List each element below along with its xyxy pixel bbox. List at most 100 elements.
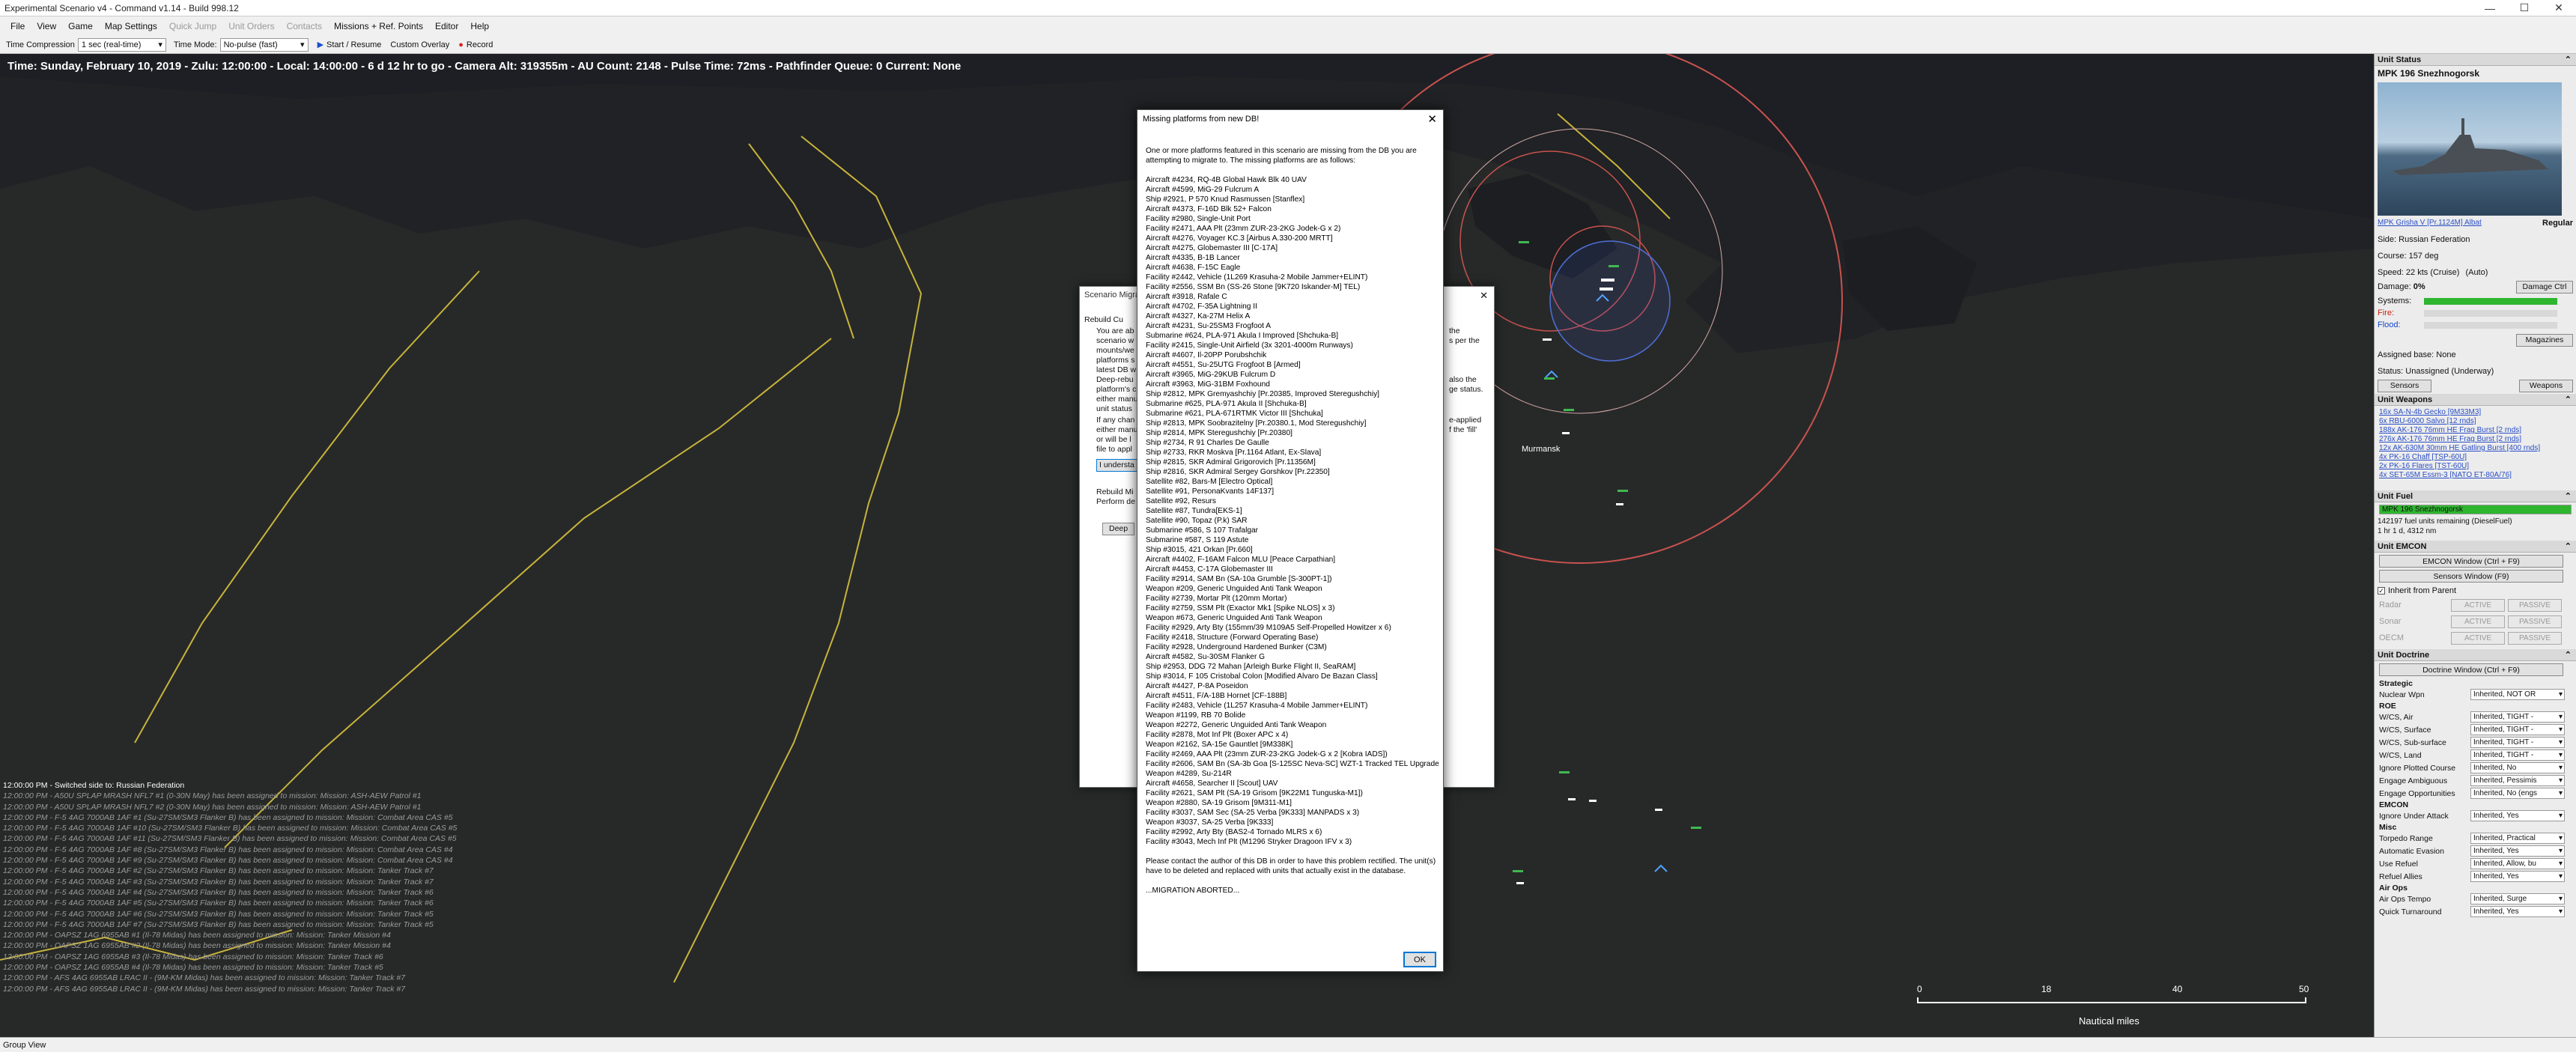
doctrine-select[interactable]: Inherited, No (engs ▾: [2470, 788, 2565, 799]
record-label: Record: [466, 40, 493, 49]
unit-symbol[interactable]: [1516, 882, 1524, 884]
unit-symbol[interactable]: [1617, 490, 1628, 492]
collapse-icon[interactable]: ⌃: [2565, 650, 2572, 660]
deep-rebuild-button[interactable]: Deep: [1102, 523, 1135, 535]
doctrine-select[interactable]: Inherited, TIGHT - ▾: [2470, 724, 2565, 735]
collapse-icon[interactable]: ⌃: [2565, 395, 2572, 404]
missing-platform-item: Ship #2921, P 570 Knud Rasmussen [Stanfl…: [1146, 195, 1305, 204]
weapons-button[interactable]: Weapons: [2519, 379, 2573, 392]
time-mode-select[interactable]: No-pulse (fast) ▾: [219, 37, 309, 52]
doctrine-select[interactable]: Inherited, Allow, bu ▾: [2470, 858, 2565, 869]
understand-button[interactable]: I understa: [1096, 459, 1137, 472]
unit-symbol[interactable]: [1519, 241, 1529, 243]
unit-symbol[interactable]: [1544, 377, 1555, 380]
collapse-icon[interactable]: ⌃: [2565, 55, 2572, 64]
ok-button[interactable]: OK: [1403, 952, 1436, 967]
doctrine-select[interactable]: Inherited, Yes ▾: [2470, 810, 2565, 821]
menu-map-settings[interactable]: Map Settings: [99, 21, 163, 31]
unit-symbol[interactable]: [1616, 503, 1623, 505]
unit-symbol[interactable]: [1609, 265, 1619, 267]
unit-weapons-header[interactable]: Unit Weapons ⌃: [2375, 394, 2576, 406]
emcon-active-button[interactable]: ACTIVE: [2451, 631, 2505, 645]
close-icon[interactable]: ✕: [1480, 290, 1488, 302]
menu-missions-ref-points[interactable]: Missions + Ref. Points: [328, 21, 429, 31]
unit-doctrine-header[interactable]: Unit Doctrine ⌃: [2375, 649, 2576, 661]
unit-symbol[interactable]: [1564, 409, 1574, 411]
time-compression-select[interactable]: 1 sec (real-time) ▾: [77, 37, 166, 52]
close-window-icon[interactable]: ✕: [2542, 0, 2576, 16]
unit-class-link[interactable]: MPK Grisha V [Pr.1124M] Albat: [2378, 219, 2482, 228]
custom-overlay-button[interactable]: Custom Overlay: [390, 40, 449, 49]
magazines-button[interactable]: Magazines: [2516, 333, 2573, 347]
unit-symbol[interactable]: [1600, 288, 1613, 291]
missing-platform-item: Facility #2980, Single-Unit Port: [1146, 215, 1251, 223]
dialog-text: also the: [1449, 375, 1477, 384]
doctrine-select[interactable]: Inherited, Pessimis ▾: [2470, 775, 2565, 786]
unit-symbol[interactable]: [1589, 800, 1597, 802]
minimize-icon[interactable]: —: [2473, 0, 2507, 16]
menu-view[interactable]: View: [31, 21, 62, 31]
emcon-passive-button[interactable]: PASSIVE: [2508, 615, 2562, 628]
inherit-checkbox[interactable]: ✓: [2378, 587, 2385, 595]
maximize-icon[interactable]: ☐: [2507, 0, 2542, 16]
record-button[interactable]: ● Record: [458, 40, 493, 49]
weapon-link[interactable]: 188x AK-176 76mm HE Frag Burst [2 rnds]: [2375, 426, 2576, 435]
start-resume-button[interactable]: ▶ Start / Resume: [318, 40, 382, 50]
group-view-label[interactable]: Group View: [3, 1041, 46, 1050]
menu-editor[interactable]: Editor: [429, 21, 464, 31]
missing-platform-item: Facility #2929, Arty Bty (155mm/39 M109A…: [1146, 624, 1391, 632]
emcon-passive-button[interactable]: PASSIVE: [2508, 631, 2562, 645]
weapon-link[interactable]: 12x AK-630M 30mm HE Gatling Burst [400 r…: [2375, 444, 2576, 453]
weapon-link[interactable]: 2x PK-16 Flares [TST-60U]: [2375, 462, 2576, 471]
unit-symbol[interactable]: [1655, 809, 1662, 811]
doctrine-row-label: Engage Ambiguous: [2379, 776, 2448, 785]
emcon-active-button[interactable]: ACTIVE: [2451, 598, 2505, 612]
doctrine-select[interactable]: Inherited, TIGHT - ▾: [2470, 711, 2565, 723]
weapon-link[interactable]: 16x SA-N-4b Gecko [9M33M3]: [2375, 408, 2576, 417]
message-log: 12:00:00 PM - Switched side to: Russian …: [3, 780, 527, 994]
menu-game[interactable]: Game: [62, 21, 99, 31]
dialog-text: If any chan: [1096, 416, 1135, 425]
unit-symbol[interactable]: [1691, 827, 1701, 829]
dialog-text: e-applied: [1449, 416, 1482, 425]
weapon-link[interactable]: 4x PK-16 Chaff [TSP-60U]: [2375, 453, 2576, 462]
doctrine-select[interactable]: Inherited, Yes ▾: [2470, 906, 2565, 917]
unit-symbol[interactable]: [1568, 798, 1576, 800]
unit-symbol[interactable]: [1601, 279, 1614, 282]
emcon-window-button[interactable]: EMCON Window (Ctrl + F9): [2379, 555, 2563, 568]
close-icon[interactable]: ✕: [1427, 112, 1437, 126]
doctrine-window-button[interactable]: Doctrine Window (Ctrl + F9): [2379, 663, 2563, 676]
weapon-link[interactable]: 276x AK-176 76mm HE Frag Burst [2 rnds]: [2375, 435, 2576, 444]
collapse-icon[interactable]: ⌃: [2565, 541, 2572, 551]
emcon-passive-button[interactable]: PASSIVE: [2508, 598, 2562, 612]
unit-emcon-header[interactable]: Unit EMCON ⌃: [2375, 541, 2576, 553]
missing-platform-item: Ship #2813, MPK Soobrazitelny [Pr.20380.…: [1146, 419, 1367, 428]
unit-symbol[interactable]: [1543, 338, 1552, 341]
doctrine-select[interactable]: Inherited, Practical ▾: [2470, 833, 2565, 844]
doctrine-select[interactable]: Inherited, No ▾: [2470, 762, 2565, 773]
chevron-down-icon: ▾: [2558, 738, 2563, 747]
menu-file[interactable]: File: [4, 21, 31, 31]
collapse-icon[interactable]: ⌃: [2565, 491, 2572, 501]
doctrine-select[interactable]: Inherited, Surge ▾: [2470, 893, 2565, 904]
doctrine-select[interactable]: Inherited, Yes ▾: [2470, 845, 2565, 857]
log-message: 12:00:00 PM - AFS 4AG 6955AB LRAC II - (…: [3, 984, 406, 994]
unit-symbol[interactable]: [1562, 432, 1570, 434]
doctrine-select[interactable]: Inherited, NOT OR ▾: [2470, 689, 2565, 700]
damage-control-button[interactable]: Damage Ctrl: [2516, 280, 2573, 294]
weapon-link[interactable]: 6x RBU-6000 Salvo [12 rnds]: [2375, 417, 2576, 426]
doctrine-select[interactable]: Inherited, Yes ▾: [2470, 871, 2565, 882]
doctrine-row-label: Strategic: [2379, 678, 2413, 688]
unit-symbol[interactable]: [1513, 870, 1523, 872]
doctrine-select[interactable]: Inherited, TIGHT - ▾: [2470, 750, 2565, 761]
unit-symbol[interactable]: [1559, 771, 1570, 773]
doctrine-select[interactable]: Inherited, TIGHT - ▾: [2470, 737, 2565, 748]
doctrine-row-label: EMCON: [2379, 800, 2409, 809]
sensors-window-button[interactable]: Sensors Window (F9): [2379, 570, 2563, 583]
sensors-button[interactable]: Sensors: [2378, 379, 2431, 392]
menu-help[interactable]: Help: [464, 21, 495, 31]
unit-status-header[interactable]: Unit Status ⌃: [2375, 54, 2576, 66]
weapon-link[interactable]: 4x SET-65M Essm-3 [NATO ET-80A/76]: [2375, 471, 2576, 480]
unit-fuel-header[interactable]: Unit Fuel ⌃: [2375, 490, 2576, 502]
emcon-active-button[interactable]: ACTIVE: [2451, 615, 2505, 628]
